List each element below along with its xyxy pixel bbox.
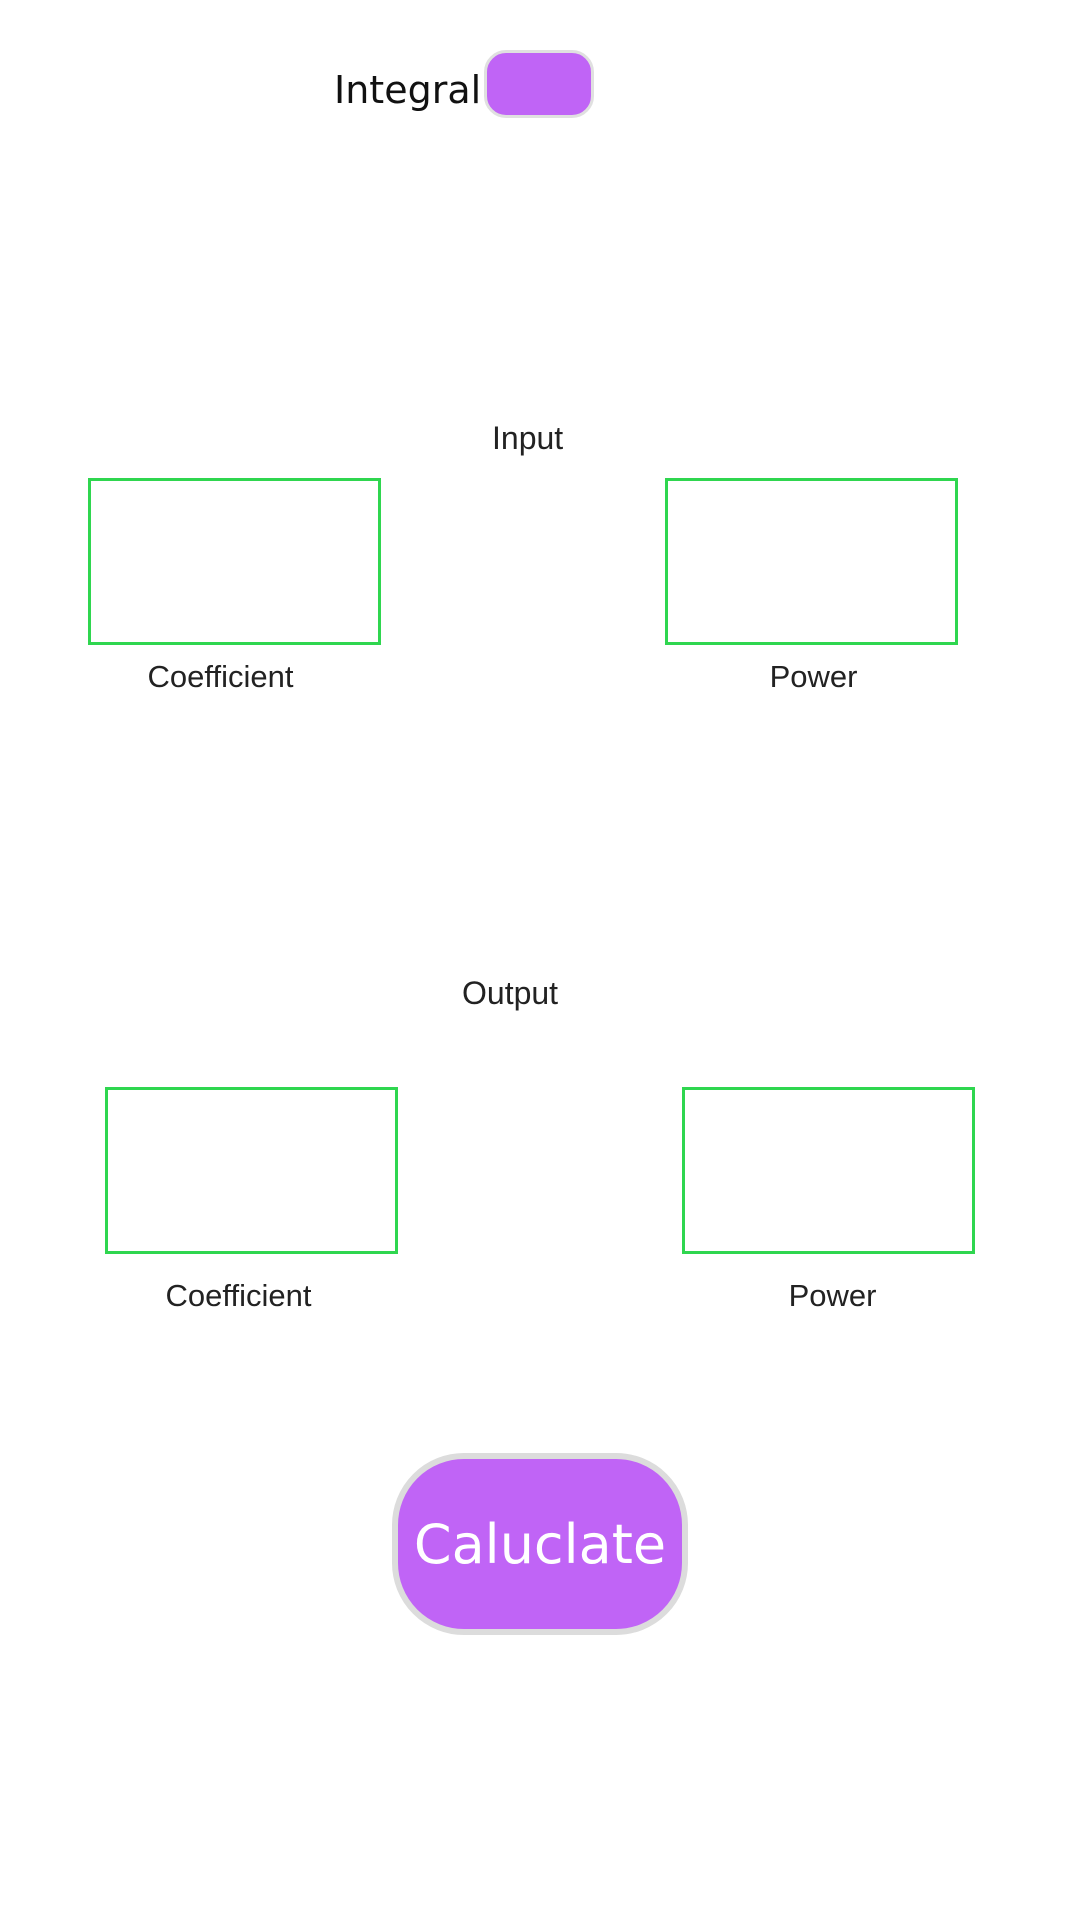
output-power-label: Power (788, 1278, 877, 1313)
input-coefficient-label: Coefficient (147, 659, 294, 694)
integral-label: Integral (334, 68, 482, 112)
input-power-field[interactable] (665, 478, 958, 645)
output-coefficient-label: Coefficient (165, 1278, 312, 1313)
calculate-button[interactable]: Caluclate (392, 1453, 688, 1635)
output-power-field[interactable] (682, 1087, 975, 1254)
input-power-label: Power (769, 659, 858, 694)
output-coefficient-field[interactable] (105, 1087, 398, 1254)
input-coefficient-field[interactable] (88, 478, 381, 645)
input-section-title: Input (492, 420, 564, 456)
integral-toggle[interactable] (484, 50, 594, 118)
output-section-title: Output (462, 975, 559, 1011)
